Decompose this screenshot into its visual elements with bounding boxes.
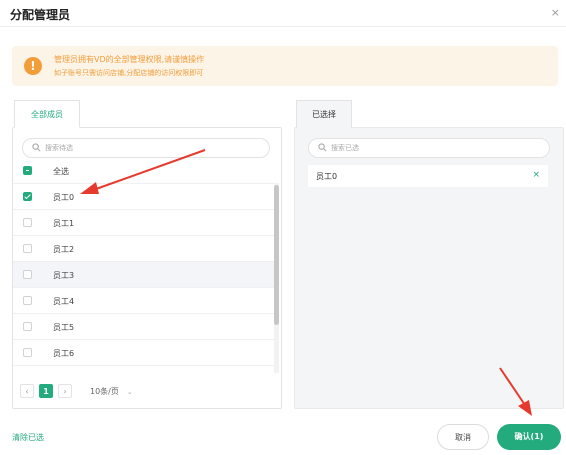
member-label: 员工4: [53, 297, 75, 306]
member-checkbox[interactable]: [23, 296, 32, 305]
member-label: 员工2: [53, 245, 75, 254]
title-divider: [0, 26, 566, 27]
alert-line-1: 管理员拥有VD的全部管理权限,请谨慎操作: [54, 55, 205, 64]
page-size-value: 10条/页: [90, 387, 119, 396]
left-search-input[interactable]: [45, 141, 245, 155]
member-row[interactable]: 员工1: [13, 210, 275, 236]
cancel-button[interactable]: 取消: [437, 424, 489, 450]
member-label: 员工5: [53, 323, 75, 332]
member-row[interactable]: 员工4: [13, 288, 275, 314]
confirm-button[interactable]: 确认(1): [497, 424, 561, 450]
list-scrollbar-thumb[interactable]: [274, 185, 279, 325]
selected-item-label: 员工0: [316, 172, 338, 181]
current-page-button[interactable]: 1: [39, 384, 53, 398]
member-label: 员工1: [53, 219, 75, 228]
member-row[interactable]: 员工2: [13, 236, 275, 262]
member-row[interactable]: 员工6: [13, 340, 275, 366]
right-search-input[interactable]: [331, 141, 531, 155]
clear-selected-link[interactable]: 清除已选: [12, 432, 44, 443]
member-checkbox[interactable]: [23, 348, 32, 357]
dialog-title: 分配管理员: [10, 8, 71, 22]
member-checkbox[interactable]: [23, 270, 32, 279]
alert-line-2: 如子账号只需访问店铺,分配店铺的访问权限即可: [54, 69, 204, 77]
member-checkbox[interactable]: [23, 322, 32, 331]
member-label: 员工0: [53, 193, 75, 202]
warning-icon: !: [24, 57, 42, 75]
select-all-label: 全选: [53, 167, 69, 176]
tab-all-members[interactable]: 全部成员: [14, 100, 80, 128]
warning-alert: ! 管理员拥有VD的全部管理权限,请谨慎操作 如子账号只需访问店铺,分配店铺的访…: [12, 46, 558, 86]
close-icon[interactable]: ×: [551, 6, 560, 19]
search-icon: [32, 143, 41, 152]
tab-selected[interactable]: 已选择: [296, 100, 352, 128]
member-checkbox[interactable]: [23, 218, 32, 227]
chevron-down-icon: ⌄: [126, 388, 133, 396]
select-all-checkbox[interactable]: [23, 166, 32, 175]
page-size-select[interactable]: 10条/页 ⌄: [90, 386, 133, 397]
member-label: 员工6: [53, 349, 75, 358]
member-row[interactable]: 员工0: [13, 184, 275, 210]
member-row[interactable]: 员工3: [13, 262, 275, 288]
next-page-button[interactable]: ›: [58, 384, 72, 398]
remove-selected-icon[interactable]: ×: [532, 170, 540, 180]
prev-page-button[interactable]: ‹: [20, 384, 34, 398]
right-search-box[interactable]: [308, 138, 550, 158]
member-row[interactable]: 员工5: [13, 314, 275, 340]
search-icon: [318, 143, 327, 152]
selected-item: 员工0 ×: [308, 165, 548, 187]
member-checkbox[interactable]: [23, 244, 32, 253]
member-label: 员工3: [53, 271, 75, 280]
member-checkbox[interactable]: [23, 192, 32, 201]
left-search-box[interactable]: [22, 138, 270, 158]
select-all-row[interactable]: 全选: [13, 158, 275, 184]
